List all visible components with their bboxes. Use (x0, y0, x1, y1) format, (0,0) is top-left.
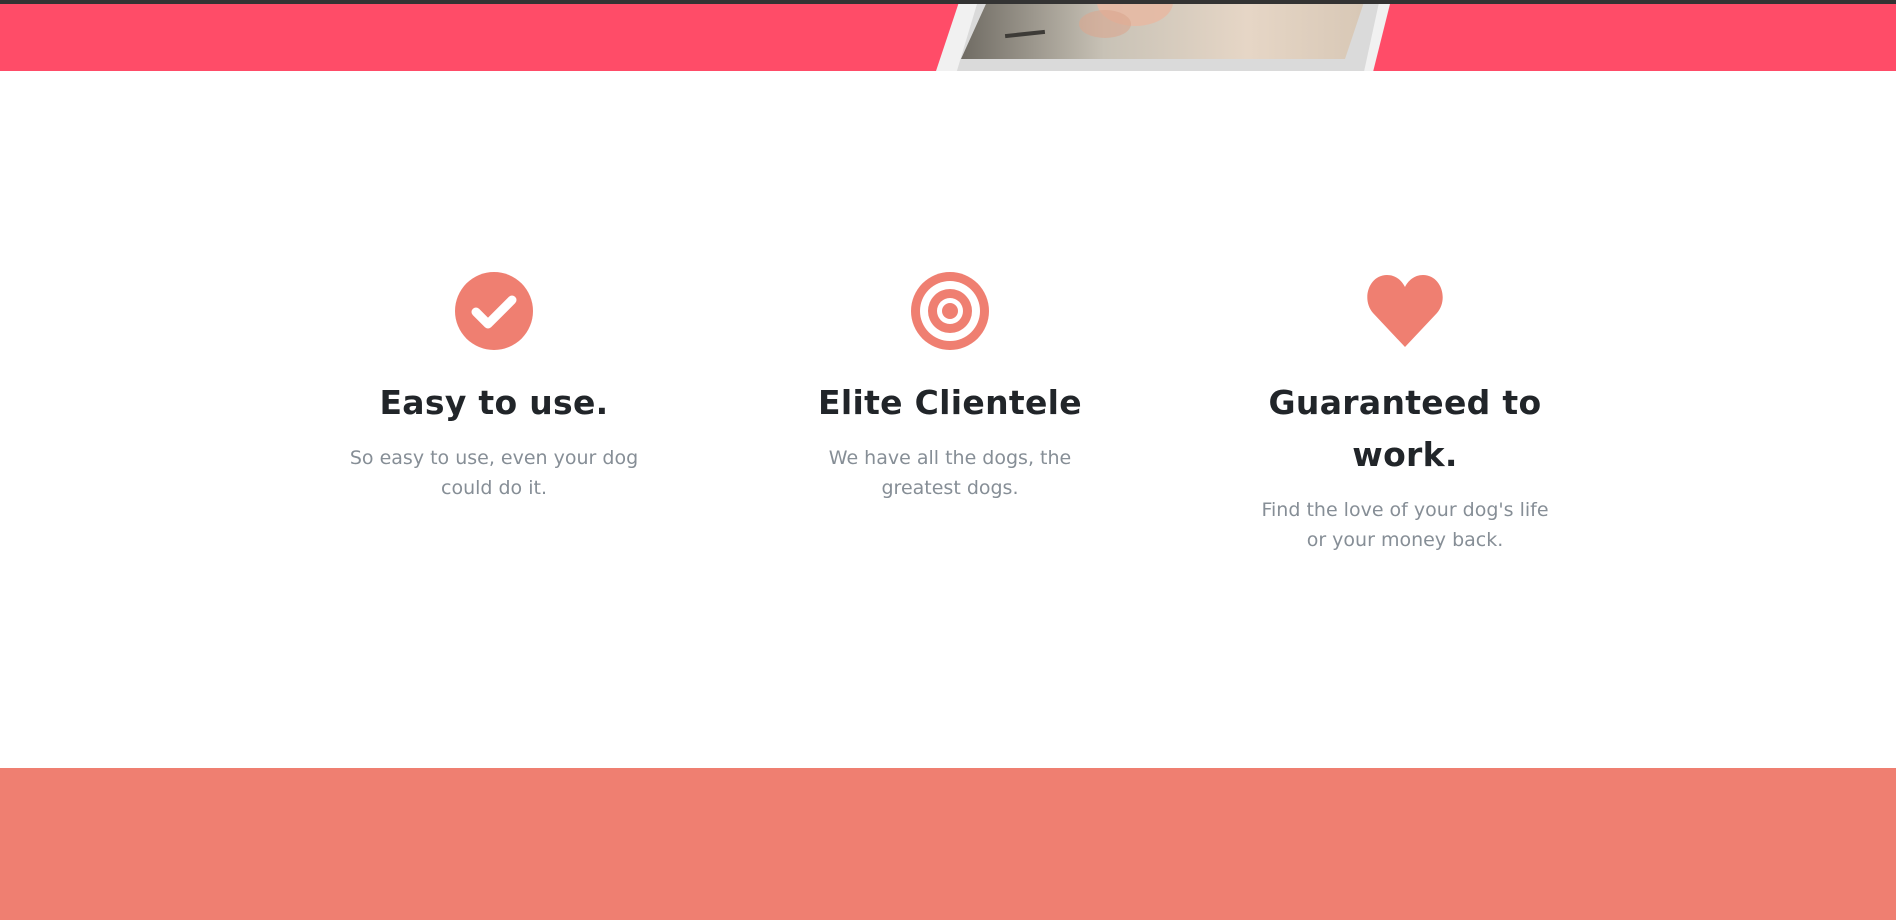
feature-elite-clientele: Elite Clientele We have all the dogs, th… (780, 271, 1120, 503)
feature-title: Guaranteed to work. (1268, 383, 1542, 474)
features-section: Easy to use. So easy to use, even your d… (0, 71, 1896, 768)
phone-mockup-image (936, 4, 1390, 71)
hero-section-bottom (0, 4, 1896, 71)
feature-easy-to-use: Easy to use. So easy to use, even your d… (324, 271, 664, 503)
feature-description: Find the love of your dog's life or your… (1261, 499, 1549, 551)
feature-description: We have all the dogs, the greatest dogs. (828, 447, 1072, 499)
heart-icon (1367, 275, 1443, 347)
feature-title: Easy to use. (379, 383, 609, 422)
feature-title: Elite Clientele (818, 383, 1082, 422)
next-section (0, 768, 1896, 920)
check-circle-icon (455, 272, 533, 350)
bullseye-icon (911, 272, 989, 350)
feature-description: So easy to use, even your dog could do i… (349, 447, 639, 499)
feature-guaranteed: Guaranteed to work. Find the love of you… (1235, 271, 1575, 555)
